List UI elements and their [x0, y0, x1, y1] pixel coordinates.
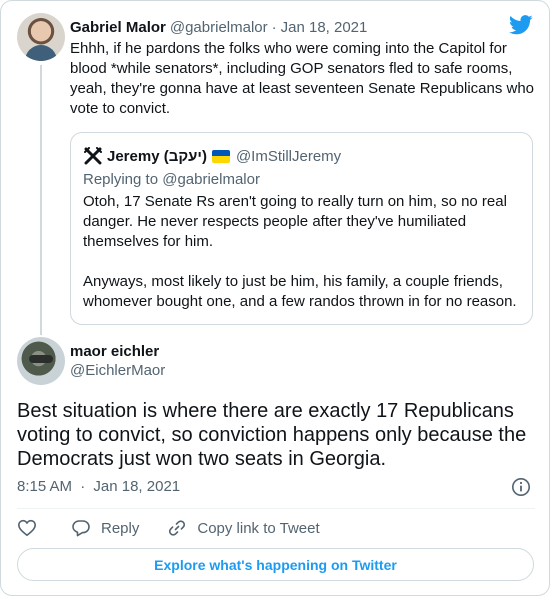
tweet-time[interactable]: 8:15 AM — [17, 478, 72, 495]
author-handle[interactable]: @EichlerMaor — [70, 362, 165, 380]
author-name[interactable]: Gabriel Malor — [70, 19, 166, 36]
tweet-embed-card: Gabriel Malor @gabrielmalor · Jan 18, 20… — [0, 0, 550, 596]
ukraine-flag-icon — [211, 149, 230, 163]
copy-link-label: Copy link to Tweet — [197, 519, 320, 537]
avatar[interactable] — [17, 13, 65, 61]
replying-to-label: Replying to @gabrielmalor — [83, 171, 260, 188]
crossed-swords-icon — [83, 146, 103, 166]
copy-link-button[interactable]: Copy link to Tweet — [167, 518, 320, 538]
separator-dot: · — [80, 478, 86, 495]
parent-tweet-header: Gabriel Malor @gabrielmalor · Jan 18, 20… — [70, 17, 367, 37]
reply-button[interactable]: Reply — [71, 518, 139, 538]
tweet-actions: Reply Copy link to Tweet — [17, 516, 320, 540]
separator-dot: · — [271, 18, 277, 36]
reply-bubble-icon — [72, 520, 90, 537]
quoted-author-name[interactable]: Jeremy (יעקב) — [107, 148, 207, 165]
quoted-author-handle[interactable]: @ImStillJeremy — [236, 148, 341, 165]
quoted-paragraph: Otoh, 17 Senate Rs aren't going to reall… — [83, 193, 507, 250]
twitter-bird-icon[interactable] — [509, 15, 533, 35]
like-button[interactable] — [17, 518, 37, 538]
reply-label: Reply — [101, 519, 140, 537]
parent-tweet-text: Ehhh, if he pardons the folks who were c… — [70, 40, 535, 117]
quoted-tweet-text: Otoh, 17 Senate Rs aren't going to reall… — [83, 192, 523, 312]
tweet-date[interactable]: Jan 18, 2021 — [93, 478, 180, 495]
author-handle[interactable]: @gabrielmalor — [170, 19, 268, 36]
quoted-tweet[interactable]: Jeremy (יעקב) @ImStillJeremy Replying to… — [70, 132, 533, 325]
explore-twitter-button[interactable]: Explore what's happening on Twitter — [17, 548, 534, 581]
avatar-shirt — [25, 45, 57, 61]
avatar-glasses — [29, 355, 53, 363]
thread-connector-line — [40, 65, 42, 335]
quoted-paragraph: Anyways, most likely to just be him, his… — [83, 273, 517, 310]
divider — [17, 508, 535, 509]
tweet-date[interactable]: Jan 18, 2021 — [281, 19, 368, 36]
tweet-timestamp[interactable]: 8:15 AM · Jan 18, 2021 — [17, 478, 180, 495]
quoted-tweet-header: Jeremy (יעקב) @ImStillJeremy — [83, 146, 341, 166]
info-icon[interactable] — [511, 477, 531, 497]
heart-icon — [18, 519, 36, 536]
link-icon — [169, 520, 186, 536]
author-name[interactable]: maor eichler — [70, 343, 159, 361]
main-tweet-text: Best situation is where there are exactl… — [17, 400, 527, 470]
avatar[interactable] — [17, 337, 65, 385]
